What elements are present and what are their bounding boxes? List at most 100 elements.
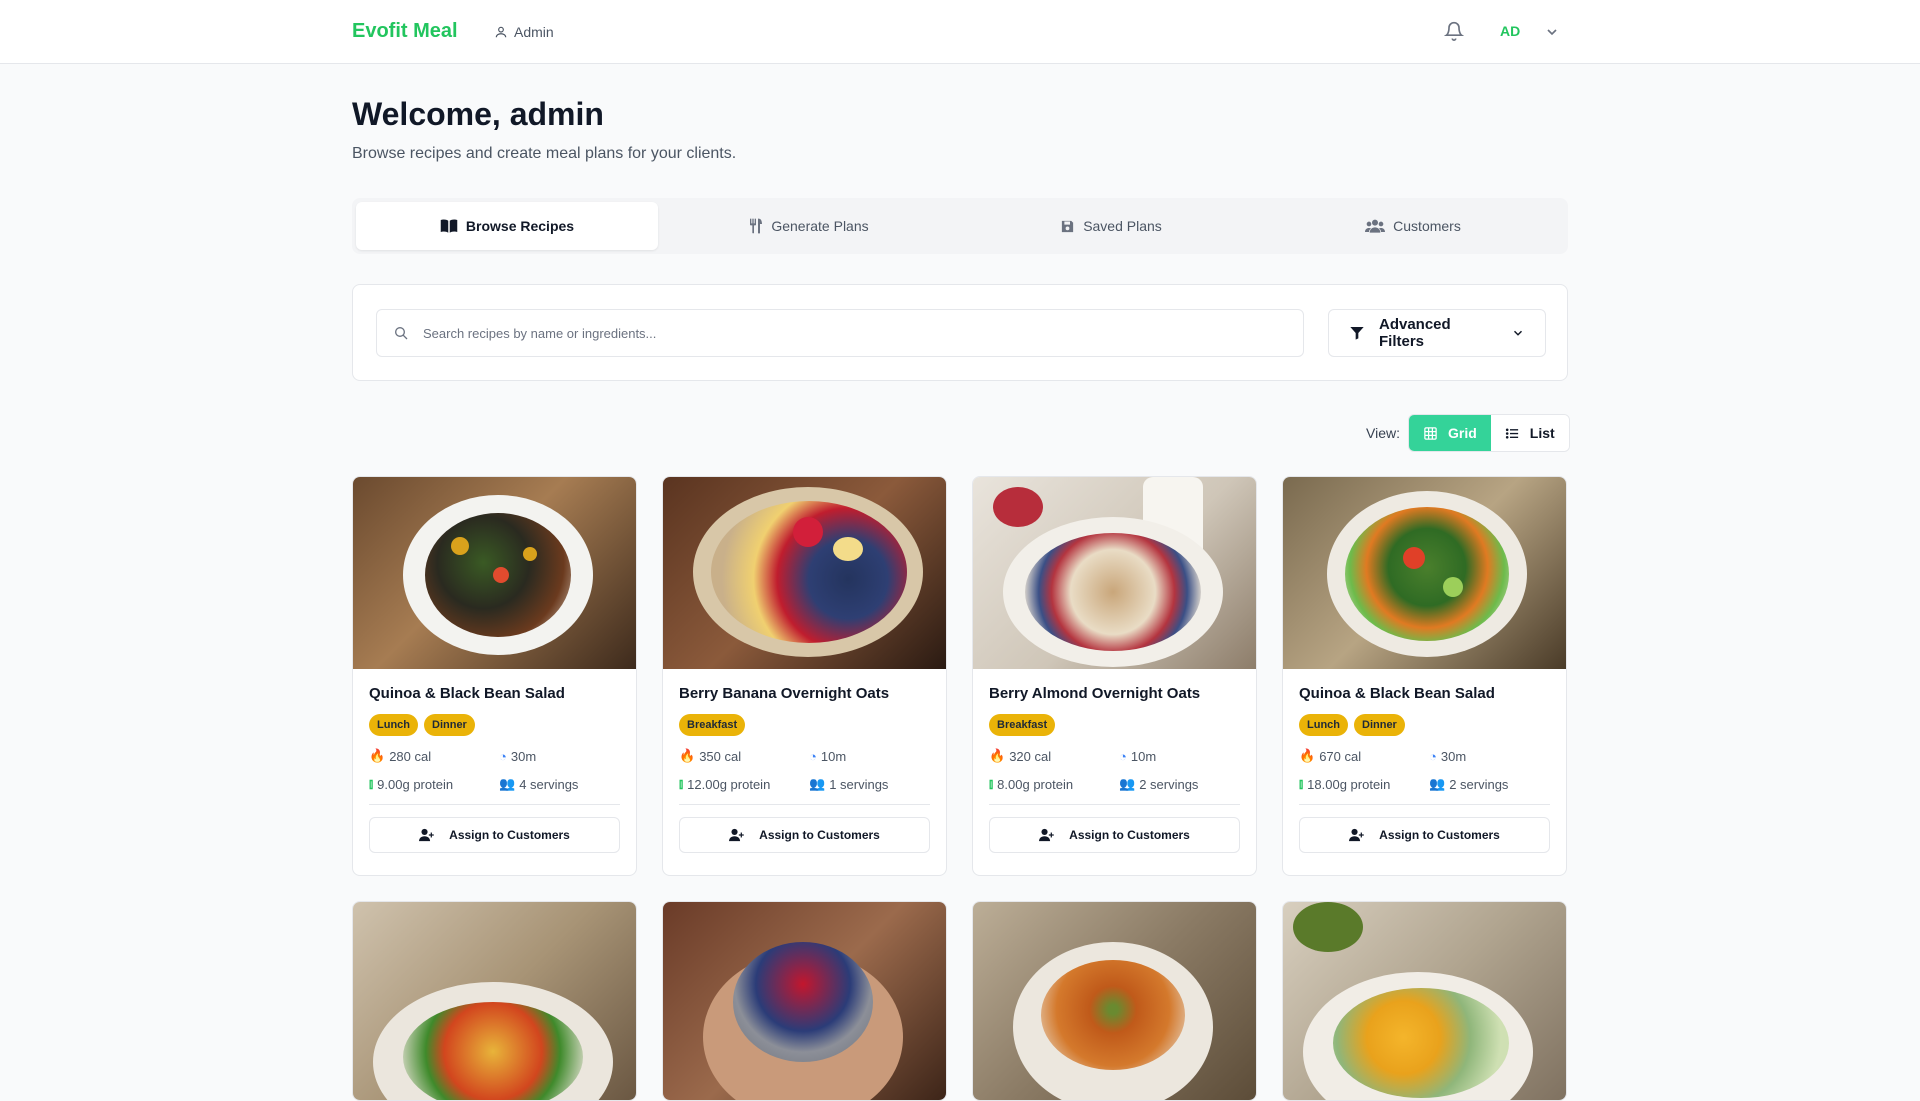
notifications-button[interactable] xyxy=(1443,21,1465,46)
users-icon: 👥 xyxy=(499,776,516,791)
prep-time: 30m xyxy=(510,748,537,764)
servings: 2 servings xyxy=(1449,776,1509,792)
chevron-down-icon xyxy=(1547,29,1557,36)
account-menu-toggle[interactable] xyxy=(1544,24,1560,45)
assign-to-customers-button[interactable]: Assign to Customers xyxy=(679,817,930,853)
users-icon: 👥 xyxy=(1119,776,1136,791)
tab-label: Customers xyxy=(1393,218,1461,234)
recipe-image xyxy=(663,477,946,669)
search-icon xyxy=(395,327,408,340)
chevron-down-icon xyxy=(1513,330,1523,336)
filter-icon xyxy=(1350,327,1364,340)
divider xyxy=(369,804,620,805)
user-plus-icon xyxy=(1349,828,1364,842)
utensils-icon xyxy=(750,218,763,234)
calories: 320 cal xyxy=(1009,748,1052,764)
meal-tag: Dinner xyxy=(1354,714,1405,736)
user-plus-icon xyxy=(419,828,434,842)
dumbbell-icon: ⫾ xyxy=(989,776,994,791)
grid-view-label: Grid xyxy=(1447,425,1477,441)
recipe-card[interactable] xyxy=(662,901,947,1101)
recipe-title: Quinoa & Black Bean Salad xyxy=(369,685,565,702)
list-icon xyxy=(1505,427,1518,439)
tab-customers[interactable]: Customers xyxy=(1262,202,1564,250)
recipe-card[interactable]: Quinoa & Black Bean Salad Lunch Dinner 🔥… xyxy=(1282,476,1567,876)
recipe-card[interactable]: Quinoa & Black Bean Salad Lunch Dinner 🔥… xyxy=(352,476,637,876)
page-subtitle: Browse recipes and create meal plans for… xyxy=(352,145,737,162)
dumbbell-icon: ⫾ xyxy=(679,776,684,791)
recipe-card[interactable] xyxy=(1282,901,1567,1101)
flame-icon: 🔥 xyxy=(369,748,386,763)
advanced-filters-label: Advanced Filters xyxy=(1379,316,1451,350)
recipe-card[interactable] xyxy=(352,901,637,1101)
divider xyxy=(1299,804,1550,805)
flame-icon: 🔥 xyxy=(989,748,1006,763)
recipe-image xyxy=(1283,902,1566,1100)
list-view-button[interactable]: List xyxy=(1490,415,1569,451)
assign-label: Assign to Customers xyxy=(1069,828,1190,842)
search-box[interactable] xyxy=(376,309,1304,357)
users-icon xyxy=(1365,219,1386,233)
search-input[interactable] xyxy=(423,325,1283,341)
recipe-grid: Quinoa & Black Bean Salad Lunch Dinner 🔥… xyxy=(352,476,1568,1101)
protein: 8.00g protein xyxy=(997,776,1074,792)
meal-tag: Lunch xyxy=(369,714,418,736)
servings: 2 servings xyxy=(1139,776,1199,792)
assign-label: Assign to Customers xyxy=(449,828,570,842)
recipe-card[interactable] xyxy=(972,901,1257,1101)
flame-icon: 🔥 xyxy=(1299,748,1316,763)
meal-tag: Breakfast xyxy=(679,714,746,736)
top-navbar: Evofit Meal Admin AD xyxy=(0,0,1920,64)
page-title: Welcome, admin xyxy=(352,96,604,132)
protein: 12.00g protein xyxy=(687,776,771,792)
users-icon: 👥 xyxy=(1429,776,1446,791)
recipe-image xyxy=(353,477,636,669)
grid-icon xyxy=(1424,426,1437,440)
clock-icon: ◔ xyxy=(1429,748,1437,764)
calories: 670 cal xyxy=(1319,748,1362,764)
brand-logo[interactable]: Evofit Meal xyxy=(352,20,458,43)
tab-browse-recipes[interactable]: Browse Recipes xyxy=(356,202,658,250)
search-panel: Advanced Filters xyxy=(352,284,1568,381)
protein: 9.00g protein xyxy=(377,776,454,792)
recipe-card[interactable]: Berry Banana Overnight Oats Breakfast 🔥 3… xyxy=(662,476,947,876)
prep-time: 10m xyxy=(820,748,847,764)
meal-tag: Lunch xyxy=(1299,714,1348,736)
view-toggle: Grid List xyxy=(1407,414,1570,452)
tab-saved-plans[interactable]: Saved Plans xyxy=(960,202,1262,250)
servings: 4 servings xyxy=(519,776,579,792)
dumbbell-icon: ⫾ xyxy=(1299,776,1304,791)
grid-view-button[interactable]: Grid xyxy=(1408,415,1491,451)
recipe-title: Quinoa & Black Bean Salad xyxy=(1299,685,1495,702)
recipe-title: Berry Almond Overnight Oats xyxy=(989,685,1201,702)
clock-icon: ◔ xyxy=(1119,748,1127,764)
flame-icon: 🔥 xyxy=(679,748,696,763)
book-open-icon xyxy=(440,219,458,233)
user-plus-icon xyxy=(729,828,744,842)
dumbbell-icon: ⫾ xyxy=(369,776,374,791)
tab-label: Saved Plans xyxy=(1083,218,1162,234)
list-view-label: List xyxy=(1529,425,1555,441)
view-switcher: View: Grid List xyxy=(1366,414,1570,452)
assign-to-customers-button[interactable]: Assign to Customers xyxy=(369,817,620,853)
prep-time: 10m xyxy=(1130,748,1157,764)
assign-label: Assign to Customers xyxy=(759,828,880,842)
user-icon xyxy=(495,26,507,38)
bell-icon xyxy=(1443,21,1465,41)
recipe-title: Berry Banana Overnight Oats xyxy=(679,685,890,702)
clock-icon: ◔ xyxy=(499,748,507,764)
avatar[interactable]: AD xyxy=(1500,23,1520,39)
main-tabs: Browse Recipes Generate Plans Saved Plan… xyxy=(352,198,1568,254)
recipe-image xyxy=(973,477,1256,669)
advanced-filters-button[interactable]: Advanced Filters xyxy=(1328,309,1546,357)
assign-to-customers-button[interactable]: Assign to Customers xyxy=(1299,817,1550,853)
assign-to-customers-button[interactable]: Assign to Customers xyxy=(989,817,1240,853)
recipe-image xyxy=(663,902,946,1100)
recipe-card[interactable]: Berry Almond Overnight Oats Breakfast 🔥 3… xyxy=(972,476,1257,876)
tab-label: Browse Recipes xyxy=(465,218,575,234)
protein: 18.00g protein xyxy=(1307,776,1391,792)
prep-time: 30m xyxy=(1440,748,1467,764)
tab-generate-plans[interactable]: Generate Plans xyxy=(658,202,960,250)
role-indicator: Admin xyxy=(494,24,554,40)
view-label: View: xyxy=(1366,425,1400,441)
